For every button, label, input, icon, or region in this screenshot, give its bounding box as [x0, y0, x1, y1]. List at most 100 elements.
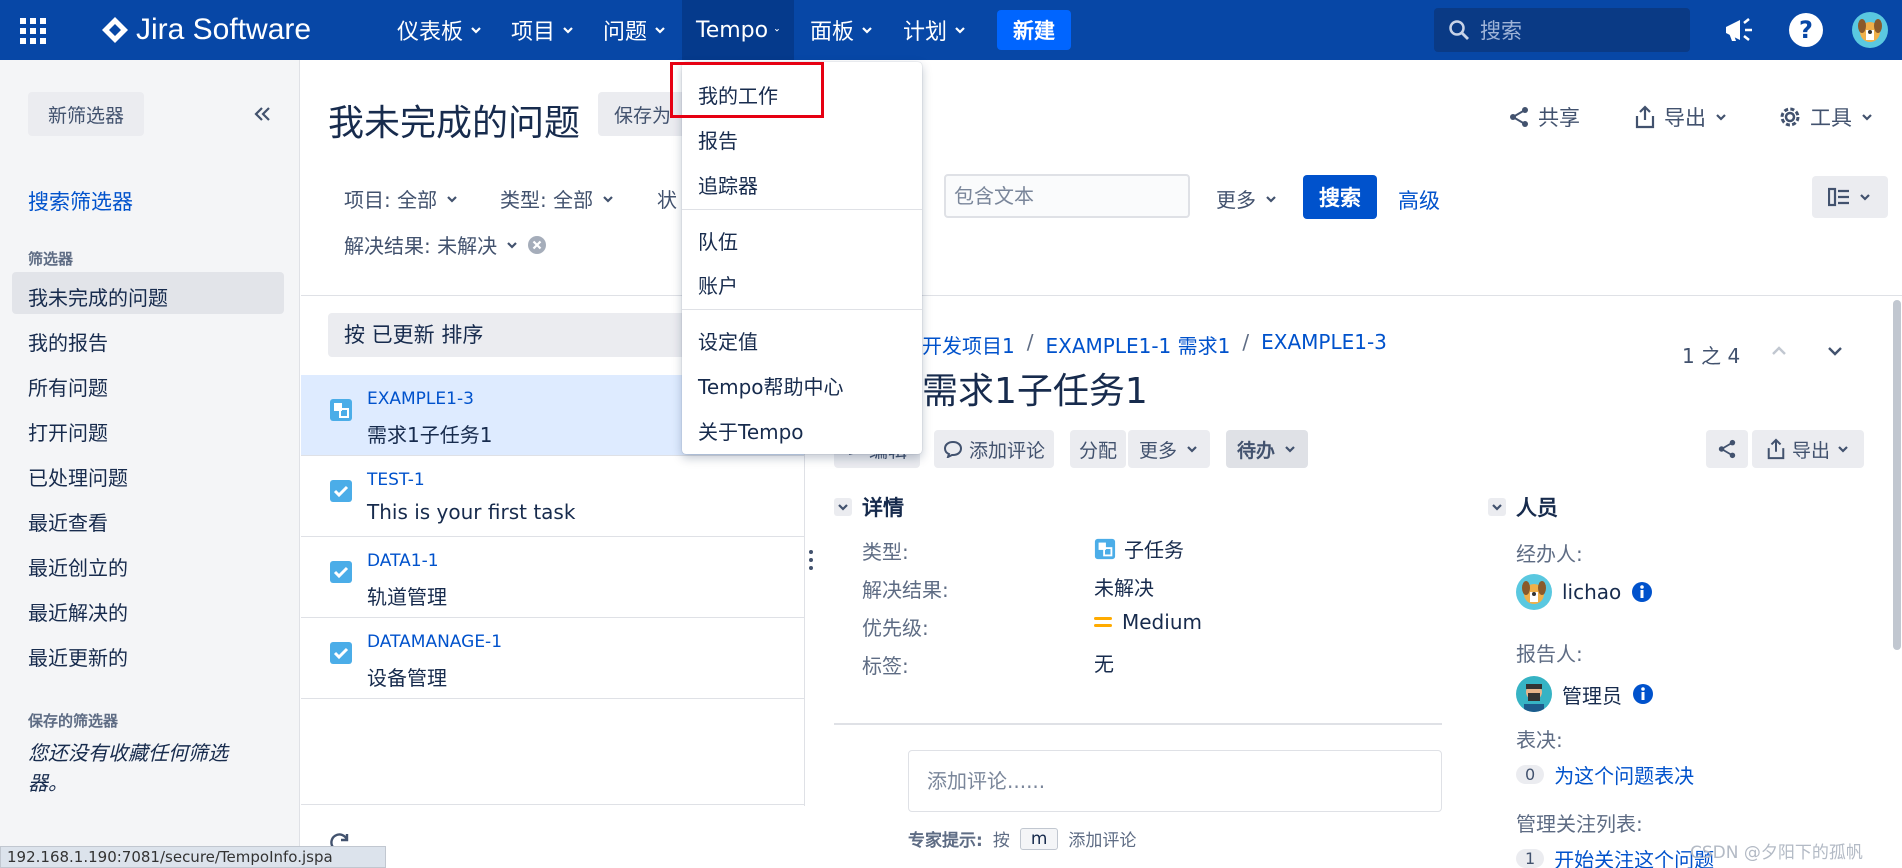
sidebar-item-done-issues[interactable]: 已处理问题: [28, 462, 128, 491]
resolution-filter[interactable]: 解决结果: 未解决: [344, 230, 547, 259]
info-icon[interactable]: [1631, 581, 1653, 603]
sidebar-item-updated-recently[interactable]: 最近更新的: [28, 642, 128, 671]
sidebar-item-open-issues[interactable]: 打开问题: [28, 417, 108, 446]
info-icon[interactable]: [1632, 683, 1654, 705]
resolution-value: 未解决: [1094, 576, 1154, 600]
chevron-down-icon: [1716, 114, 1726, 121]
new-filter-button[interactable]: 新筛选器: [28, 92, 144, 136]
chevron-down-icon: [1187, 446, 1197, 453]
issue-export-button[interactable]: 导出: [1752, 430, 1864, 468]
nav-projects[interactable]: 项目: [511, 0, 575, 60]
advanced-search-link[interactable]: 高级: [1398, 185, 1440, 215]
menu-item-tracker[interactable]: 追踪器: [698, 170, 758, 199]
collapse-sidebar-icon[interactable]: [252, 104, 272, 124]
panel-resize-handle-icon[interactable]: [808, 548, 814, 572]
assign-button[interactable]: 分配: [1070, 430, 1126, 468]
pager-text: 1 之 4: [1682, 344, 1741, 368]
clear-filter-icon[interactable]: [527, 235, 547, 255]
menu-item-help-center[interactable]: Tempo帮助中心: [698, 371, 844, 400]
more-actions-button[interactable]: 更多: [1128, 430, 1210, 468]
breadcrumb-project[interactable]: 开发项目1: [922, 330, 1015, 359]
details-section-toggle[interactable]: 详情: [834, 492, 904, 522]
task-icon: [330, 480, 352, 502]
user-avatar[interactable]: [1852, 12, 1888, 48]
next-issue-icon[interactable]: [1826, 344, 1844, 358]
labels-label: 标签:: [862, 654, 909, 678]
export-button[interactable]: 导出: [1634, 102, 1728, 132]
menu-item-settings[interactable]: 设定值: [698, 326, 758, 355]
nav-boards[interactable]: 面板: [810, 0, 874, 60]
app-switcher-icon[interactable]: [20, 18, 46, 44]
sidebar-item-resolved-recently[interactable]: 最近解决的: [28, 597, 128, 626]
sidebar-item-all-issues[interactable]: 所有问题: [28, 372, 108, 401]
issue-summary: 需求1子任务1: [367, 423, 493, 447]
project-filter[interactable]: 项目: 全部: [344, 184, 459, 213]
labels-value: 无: [1094, 652, 1114, 676]
menu-item-accounts[interactable]: 账户: [698, 270, 738, 299]
help-icon[interactable]: ?: [1789, 13, 1823, 47]
menu-item-about[interactable]: 关于Tempo: [698, 416, 804, 445]
issue-share-button[interactable]: [1706, 430, 1748, 468]
priority-medium-icon: [1094, 617, 1112, 627]
content-divider: [301, 295, 1902, 296]
votes-count: 0: [1516, 765, 1545, 784]
export-icon: [1767, 438, 1785, 460]
pro-tip: 专家提示: 按 m 添加评论: [908, 827, 1137, 851]
status-filter[interactable]: 状: [657, 184, 677, 213]
sidebar-item-my-open-issues[interactable]: 我未完成的问题: [28, 282, 168, 311]
people-section-toggle[interactable]: 人员: [1488, 492, 1558, 522]
jira-logo-icon: [102, 17, 128, 43]
global-search-input[interactable]: 搜索: [1434, 8, 1690, 52]
add-comment-button[interactable]: 添加评论: [934, 430, 1054, 468]
chevron-down-icon: [775, 28, 780, 32]
assignee[interactable]: lichao: [1516, 574, 1653, 610]
notifications-icon[interactable]: [1722, 14, 1756, 46]
issue-list-item[interactable]: TEST-1 This is your first task: [301, 456, 804, 537]
search-button[interactable]: 搜索: [1303, 175, 1377, 219]
nav-tempo[interactable]: Tempo: [682, 0, 794, 60]
chevron-down-icon: [1860, 194, 1870, 201]
search-filters-link[interactable]: 搜索筛选器: [28, 186, 133, 216]
chevron-down-icon: [563, 27, 573, 34]
nav-dashboards[interactable]: 仪表板: [397, 0, 483, 60]
scrollbar[interactable]: [1893, 300, 1901, 650]
status-button[interactable]: 待办: [1226, 430, 1308, 468]
share-button[interactable]: 共享: [1508, 102, 1580, 132]
breadcrumb-parent[interactable]: EXAMPLE1-1 需求1: [1045, 330, 1230, 359]
contains-text-input[interactable]: 包含文本: [944, 174, 1190, 218]
nav-issues[interactable]: 问题: [603, 0, 667, 60]
type-filter[interactable]: 类型: 全部: [500, 184, 615, 213]
share-icon: [1510, 107, 1528, 127]
tools-button[interactable]: 工具: [1778, 102, 1874, 132]
nav-plans[interactable]: 计划: [903, 0, 967, 60]
create-button[interactable]: 新建: [997, 10, 1071, 50]
chevron-down-icon: [603, 195, 613, 203]
jira-logo[interactable]: Jira Software: [100, 12, 311, 48]
issue-key: DATAMANAGE-1: [367, 632, 503, 652]
previous-issue-icon[interactable]: [1770, 344, 1788, 358]
menu-item-reports[interactable]: 报告: [698, 125, 738, 154]
sort-dropdown[interactable]: 按 已更新 排序: [328, 313, 698, 357]
menu-item-teams[interactable]: 队伍: [698, 226, 738, 255]
breadcrumb-issue[interactable]: EXAMPLE1-3: [1261, 330, 1387, 359]
vote-link[interactable]: 为这个问题表决: [1554, 760, 1694, 789]
list-view-icon: [1828, 187, 1849, 207]
layout-switcher-button[interactable]: [1812, 176, 1888, 218]
chevron-down-icon: [862, 27, 872, 34]
comment-input[interactable]: 添加评论......: [908, 750, 1442, 812]
chevron-down-icon: [655, 27, 665, 34]
people-heading: 人员: [1516, 496, 1558, 520]
sidebar-item-created-recently[interactable]: 最近创立的: [28, 552, 128, 581]
chevron-down-icon: [447, 195, 457, 203]
share-icon: [1718, 439, 1736, 459]
reporter[interactable]: 管理员: [1516, 676, 1654, 712]
type-label: 类型:: [862, 540, 909, 564]
sidebar-item-reported-by-me[interactable]: 我的报告: [28, 327, 108, 356]
issue-list-item[interactable]: DATAMANAGE-1 设备管理: [301, 618, 804, 699]
annotation-highlight-box: [670, 62, 824, 118]
type-value: 子任务: [1094, 534, 1184, 563]
task-icon: [330, 561, 352, 583]
sidebar-item-viewed-recently[interactable]: 最近查看: [28, 507, 108, 536]
more-filters-button[interactable]: 更多: [1216, 184, 1278, 213]
issue-list-item[interactable]: DATA1-1 轨道管理: [301, 537, 804, 618]
